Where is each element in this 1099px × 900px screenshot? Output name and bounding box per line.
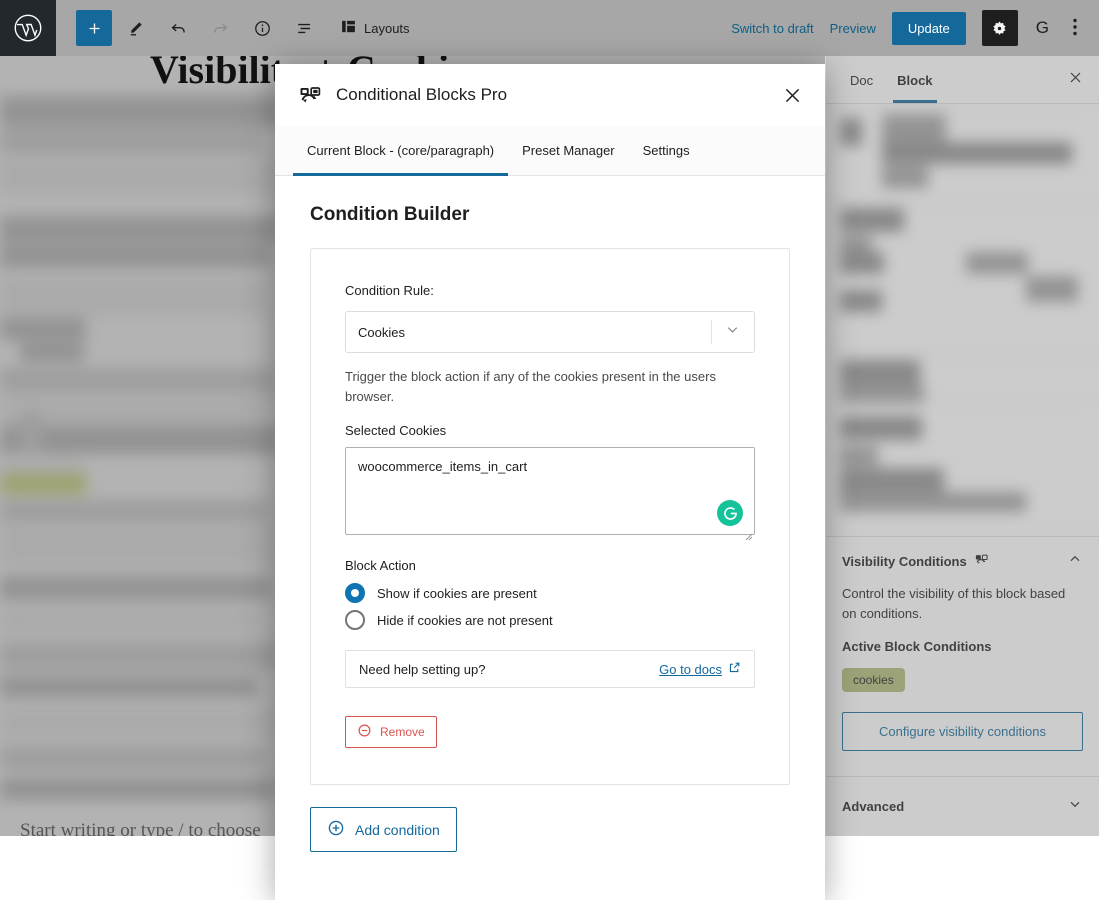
add-block-button[interactable]: [76, 10, 112, 46]
toolbar-left-group: Layouts: [56, 10, 414, 46]
condition-tag-cookies[interactable]: cookies: [842, 668, 905, 692]
selected-cookies-input[interactable]: [345, 447, 755, 535]
add-condition-button[interactable]: Add condition: [310, 807, 457, 852]
condition-card: Condition Rule: Cookies Trigger the bloc…: [310, 248, 790, 785]
chevron-up-icon[interactable]: [1067, 551, 1083, 572]
close-icon[interactable]: [1064, 70, 1087, 90]
radio-hide-if-cookies-not-present[interactable]: Hide if cookies are not present: [345, 610, 755, 630]
blurred-block-settings: [826, 104, 1099, 536]
editor-toolbar: Layouts Switch to draft Preview Update G: [0, 0, 1099, 56]
select-divider: [711, 320, 712, 344]
list-view-button[interactable]: [286, 10, 322, 46]
visibility-description: Control the visibility of this block bas…: [842, 584, 1083, 623]
condition-rule-select[interactable]: Cookies: [345, 311, 755, 353]
more-vertical-icon[interactable]: [1067, 18, 1083, 39]
plus-circle-icon: [327, 819, 345, 840]
help-question: Need help setting up?: [359, 662, 485, 677]
gear-icon[interactable]: [982, 10, 1018, 46]
modal-title: Conditional Blocks Pro: [336, 85, 507, 105]
resize-grip-icon[interactable]: [743, 528, 753, 538]
condition-rule-value: Cookies: [346, 325, 405, 340]
update-button[interactable]: Update: [892, 12, 966, 45]
selected-cookies-label: Selected Cookies: [345, 423, 755, 438]
grammarly-icon[interactable]: [717, 500, 743, 526]
block-action-label: Block Action: [345, 558, 755, 573]
selected-cookies-field: [345, 447, 755, 540]
visibility-conditions-panel: Visibility Conditions Control: [826, 536, 1099, 757]
preview-link[interactable]: Preview: [830, 21, 876, 36]
radio-indicator-unchecked[interactable]: [345, 610, 365, 630]
modal-body: Condition Builder Condition Rule: Cookie…: [275, 176, 825, 900]
close-icon[interactable]: [782, 85, 803, 106]
conditional-blocks-icon: [297, 82, 323, 108]
remove-condition-button[interactable]: Remove: [345, 716, 437, 748]
redo-button[interactable]: [202, 10, 238, 46]
external-link-icon: [728, 661, 741, 677]
minus-circle-icon: [357, 723, 372, 741]
help-box: Need help setting up? Go to docs: [345, 650, 755, 688]
visibility-conditions-title: Visibility Conditions: [842, 554, 967, 569]
advanced-panel-header[interactable]: Advanced: [826, 776, 1099, 836]
tab-current-block[interactable]: Current Block - (core/paragraph): [293, 126, 508, 175]
visibility-conditions-header[interactable]: Visibility Conditions: [842, 551, 1083, 572]
sidebar-tab-doc[interactable]: Doc: [838, 58, 885, 102]
details-button[interactable]: [244, 10, 280, 46]
wordpress-logo-icon[interactable]: [0, 0, 56, 56]
paragraph-placeholder[interactable]: Start writing or type / to choose: [20, 820, 261, 836]
configure-visibility-conditions-button[interactable]: Configure visibility conditions: [842, 712, 1083, 751]
modal-header: Conditional Blocks Pro: [275, 64, 825, 126]
sidebar-tabbar: Doc Block: [826, 56, 1099, 104]
condition-builder-heading: Condition Builder: [310, 204, 790, 226]
radio-label-show: Show if cookies are present: [377, 586, 537, 601]
condition-rule-help: Trigger the block action if any of the c…: [345, 367, 755, 407]
go-to-docs-label: Go to docs: [659, 662, 722, 677]
radio-indicator-checked[interactable]: [345, 583, 365, 603]
tab-settings[interactable]: Settings: [629, 126, 704, 175]
advanced-panel-title: Advanced: [842, 799, 904, 814]
toolbar-right-group: Switch to draft Preview Update G: [731, 10, 1099, 46]
conditional-blocks-modal: Conditional Blocks Pro Current Block - (…: [275, 64, 825, 900]
undo-button[interactable]: [160, 10, 196, 46]
grammarly-g-icon[interactable]: G: [1034, 18, 1051, 38]
conditional-blocks-icon: [974, 552, 989, 572]
tools-edit-button[interactable]: [118, 10, 154, 46]
go-to-docs-link[interactable]: Go to docs: [659, 661, 741, 677]
chevron-down-icon[interactable]: [1067, 796, 1083, 817]
radio-label-hide: Hide if cookies are not present: [377, 613, 553, 628]
condition-rule-label: Condition Rule:: [345, 283, 755, 298]
sidebar-tab-block[interactable]: Block: [885, 58, 944, 102]
layouts-icon: [340, 18, 357, 38]
radio-show-if-cookies-present[interactable]: Show if cookies are present: [345, 583, 755, 603]
chevron-down-icon: [724, 321, 741, 343]
active-conditions-heading: Active Block Conditions: [842, 639, 1083, 654]
tab-preset-manager[interactable]: Preset Manager: [508, 126, 629, 175]
block-settings-sidebar: Doc Block: [825, 56, 1099, 836]
switch-to-draft-link[interactable]: Switch to draft: [731, 21, 813, 36]
layouts-button[interactable]: Layouts: [336, 12, 414, 44]
modal-tabs: Current Block - (core/paragraph) Preset …: [275, 126, 825, 176]
editor-root: Visibility + Cookies: [0, 0, 1099, 836]
add-condition-label: Add condition: [355, 822, 440, 838]
remove-label: Remove: [380, 725, 425, 739]
layouts-label: Layouts: [364, 21, 410, 36]
